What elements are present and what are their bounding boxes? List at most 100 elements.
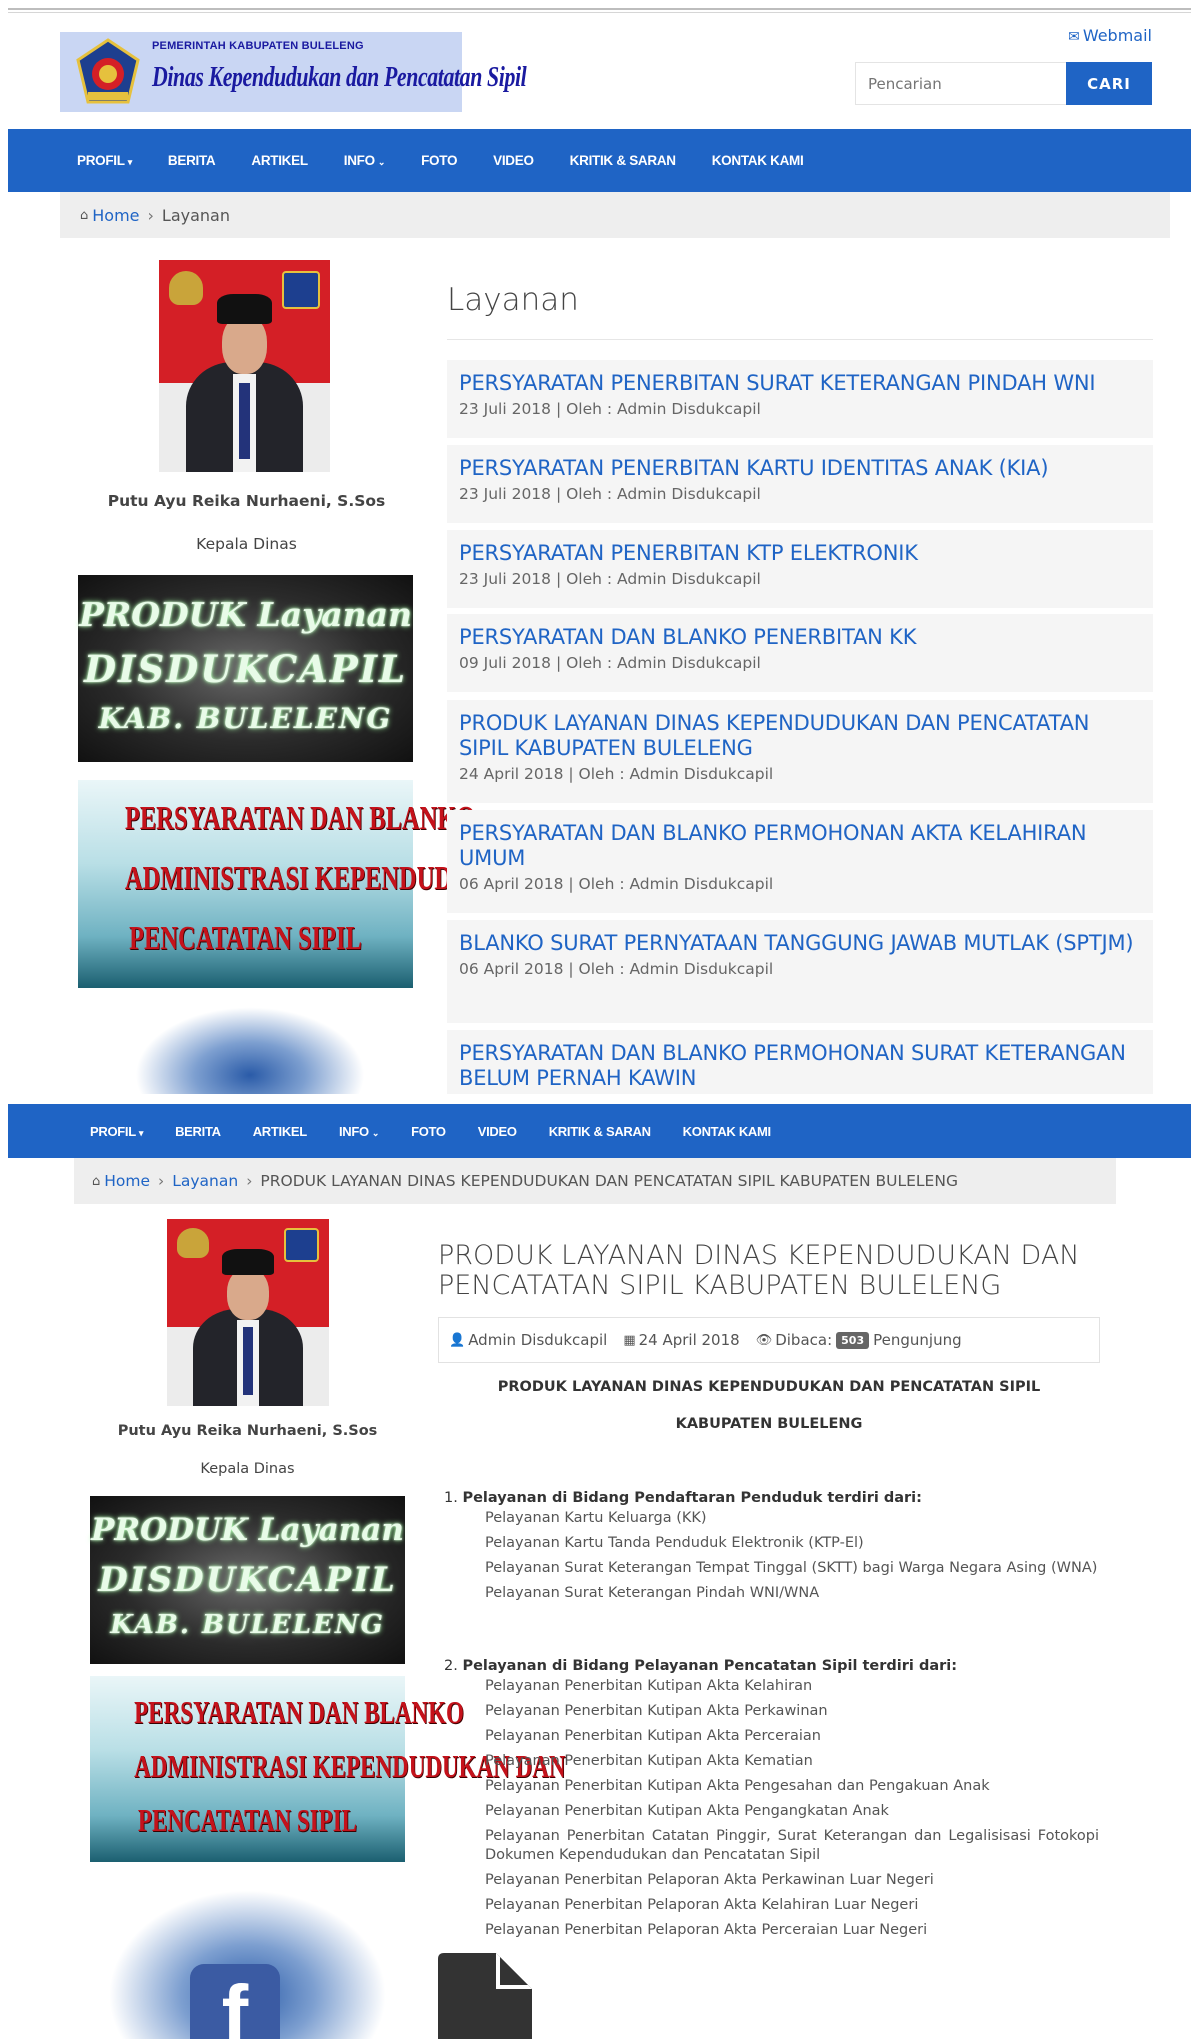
views-label: Dibaca: [775, 1331, 833, 1349]
post-title-link[interactable]: PERSYARATAN PENERBITAN SURAT KETERANGAN … [459, 371, 1096, 395]
home-icon: ⌂ [92, 1173, 101, 1189]
breadcrumb-current: PRODUK LAYANAN DINAS KEPENDUDUKAN DAN PE… [260, 1172, 958, 1190]
section-heading: 1. Pelayanan di Bidang Pendaftaran Pendu… [444, 1490, 922, 1506]
list-item: PERSYARATAN DAN BLANKO PERMOHONAN SURAT … [447, 1030, 1153, 1094]
views-count-badge: 503 [836, 1331, 870, 1349]
post-meta: 06 April 2018 | Oleh : Admin Disdukcapil [459, 875, 774, 893]
list-item: PERSYARATAN DAN BLANKO PERMOHONAN AKTA K… [447, 810, 1153, 913]
search-button[interactable]: CARI [1066, 62, 1152, 105]
webmail-label: Webmail [1082, 26, 1152, 45]
garuda-emblem-icon [169, 270, 204, 305]
chevron-down-icon: ⌄ [371, 1127, 380, 1138]
article-subheading: KABUPATEN BULELENG [675, 1416, 863, 1432]
facebook-banner[interactable]: f [90, 1876, 405, 2039]
views-suffix: Pengunjung [873, 1331, 962, 1349]
breadcrumb-separator: › [147, 205, 154, 225]
post-title-link[interactable]: PERSYARATAN DAN BLANKO PERMOHONAN AKTA K… [459, 821, 1087, 870]
list-item: Pelayanan Penerbitan Pelaporan Akta Perc… [485, 1922, 928, 1938]
breadcrumb-home[interactable]: Home [104, 1172, 150, 1190]
nav-item-video[interactable]: VIDEO [493, 153, 534, 168]
list-item: Pelayanan Penerbitan Kutipan Akta Percer… [485, 1728, 821, 1744]
nav-item-artikel[interactable]: ARTIKEL [251, 153, 308, 168]
section-heading: 2. Pelayanan di Bidang Pelayanan Pencata… [444, 1658, 958, 1674]
list-item: PERSYARATAN PENERBITAN SURAT KETERANGAN … [447, 360, 1153, 438]
post-title-link[interactable]: PERSYARATAN DAN BLANKO PENERBITAN KK [459, 625, 916, 649]
nav-item-foto[interactable]: FOTO [421, 153, 457, 168]
chevron-down-icon: ⌄ [377, 157, 386, 167]
nav-item-berita[interactable]: BERITA [175, 1124, 221, 1139]
list-item: Pelayanan Surat Keterangan Pindah WNI/WN… [485, 1585, 820, 1601]
post-title-link[interactable]: BLANKO SURAT PERNYATAAN TANGGUNG JAWAB M… [459, 931, 1134, 955]
breadcrumb-layanan[interactable]: Layanan [172, 1172, 238, 1190]
list-item: Pelayanan Surat Keterangan Tempat Tingga… [485, 1560, 1098, 1576]
nav-item-profil[interactable]: PROFIL ▾ [77, 153, 132, 168]
nav-item-kritik-saran[interactable]: KRITIK & SARAN [549, 1124, 651, 1139]
head-name: Putu Ayu Reika Nurhaeni, S.Sos [117, 1423, 378, 1439]
list-item: Pelayanan Kartu Tanda Penduduk Elektroni… [485, 1535, 864, 1551]
breadcrumb: ⌂ Home › Layanan › PRODUK LAYANAN DINAS … [74, 1158, 1116, 1204]
post-meta: 09 Juli 2018 | Oleh : Admin Disdukcapil [459, 654, 761, 672]
article-page: Putu Ayu Reika Nurhaeni, S.Sos Kepala Di… [74, 1204, 1116, 2039]
nav-item-artikel[interactable]: ARTIKEL [253, 1124, 308, 1139]
post-title-link[interactable]: PERSYARATAN PENERBITAN KARTU IDENTITAS A… [459, 456, 1049, 480]
post-title-link[interactable]: PRODUK LAYANAN DINAS KEPENDUDUKAN DAN PE… [459, 711, 1089, 760]
article-heading: PRODUK LAYANAN DINAS KEPENDUDUKAN DAN PE… [497, 1379, 1041, 1395]
article-author: Admin Disdukcapil [468, 1331, 608, 1349]
post-meta: 23 Juli 2018 | Oleh : Admin Disdukcapil [459, 485, 761, 503]
list-item: PRODUK LAYANAN DINAS KEPENDUDUKAN DAN PE… [447, 700, 1153, 803]
facebook-icon: f [190, 1964, 280, 2039]
regency-crest-icon [283, 1228, 320, 1262]
head-name: Putu Ayu Reika Nurhaeni, S.Sos [107, 492, 386, 510]
list-item: Pelayanan Penerbitan Kutipan Akta Kelahi… [485, 1678, 813, 1694]
site-header: PEMERINTAH KABUPATEN BULELENG Dinas Kepe… [0, 14, 1191, 128]
main-navbar: PROFIL ▾ BERITA ARTIKEL INFO ⌄ FOTO VIDEO … [8, 1104, 1191, 1158]
logo-agency-text: Dinas Kependudukan dan Pencatatan Sipil [152, 62, 527, 93]
facebook-banner-partial[interactable] [120, 998, 380, 1094]
nav-item-video[interactable]: VIDEO [478, 1124, 517, 1139]
head-role: Kepala Dinas [196, 535, 297, 553]
nav-item-profil[interactable]: PROFIL ▾ [90, 1124, 143, 1139]
list-item: Pelayanan Kartu Keluarga (KK) [485, 1510, 707, 1526]
top-border [8, 8, 1191, 13]
nav-item-info[interactable]: INFO ⌄ [344, 153, 386, 168]
nav-item-foto[interactable]: FOTO [411, 1124, 446, 1139]
site-logo[interactable]: PEMERINTAH KABUPATEN BULELENG Dinas Kepe… [60, 32, 527, 112]
nav-item-kontak-kami[interactable]: KONTAK KAMI [712, 153, 804, 168]
list-item: PERSYARATAN PENERBITAN KARTU IDENTITAS A… [447, 445, 1153, 523]
breadcrumb-home[interactable]: Home [92, 206, 139, 225]
regency-crest-icon [282, 270, 320, 309]
breadcrumb-separator: › [246, 1172, 253, 1190]
logo-government-text: PEMERINTAH KABUPATEN BULELENG [152, 40, 364, 52]
post-meta: 24 April 2018 | Oleh : Admin Disdukcapil [459, 765, 774, 783]
document-file-icon[interactable] [438, 1953, 532, 2039]
article-date: 24 April 2018 [638, 1331, 740, 1349]
list-item: Pelayanan Penerbitan Kutipan Akta Penges… [485, 1778, 990, 1794]
head-role: Kepala Dinas [200, 1461, 295, 1477]
nav-item-kontak-kami[interactable]: KONTAK KAMI [683, 1124, 771, 1139]
breadcrumb: ⌂ Home › Layanan [60, 192, 1170, 238]
persyaratan-blanko-banner[interactable]: PERSYARATAN DAN BLANKO ADMINISTRASI KEPE… [78, 780, 583, 988]
post-meta: 06 April 2018 | Oleh : Admin Disdukcapil [459, 960, 774, 978]
webmail-link[interactable]: ✉ Webmail [1068, 26, 1152, 45]
persyaratan-blanko-banner[interactable]: PERSYARATAN DAN BLANKO ADMINISTRASI KEPE… [90, 1676, 565, 1862]
produk-layanan-banner[interactable]: PRODUK Layanan DISDUKCAPIL KAB. BULELENG [90, 1496, 405, 1664]
produk-layanan-banner[interactable]: PRODUK Layanan DISDUKCAPIL KAB. BULELENG [78, 575, 413, 762]
eye-icon: 👁 [755, 1332, 773, 1348]
list-item: PERSYARATAN DAN BLANKO PENERBITAN KK 09 … [447, 614, 1153, 692]
list-item: Pelayanan Penerbitan Kutipan Akta Perkaw… [485, 1703, 828, 1719]
main-navbar: PROFIL ▾ BERITA ARTIKEL INFO ⌄ FOTO VIDEO … [8, 129, 1191, 192]
post-title-link[interactable]: PERSYARATAN PENERBITAN KTP ELEKTRONIK [459, 541, 918, 565]
nav-item-kritik-saran[interactable]: KRITIK & SARAN [570, 153, 676, 168]
breadcrumb-separator: › [158, 1172, 165, 1190]
calendar-icon: ▦ [623, 1332, 636, 1348]
layanan-page: Putu Ayu Reika Nurhaeni, S.Sos Kepala Di… [60, 238, 1170, 1094]
post-meta: 23 Juli 2018 | Oleh : Admin Disdukcapil [459, 570, 761, 588]
post-title-link[interactable]: PERSYARATAN DAN BLANKO PERMOHONAN SURAT … [459, 1041, 1126, 1090]
nav-item-info[interactable]: INFO ⌄ [339, 1124, 379, 1139]
post-meta: 23 Juli 2018 | Oleh : Admin Disdukcapil [459, 400, 761, 418]
head-of-agency-photo [167, 1219, 329, 1406]
garuda-emblem-icon [176, 1228, 210, 1259]
nav-item-berita[interactable]: BERITA [168, 153, 216, 168]
search-input[interactable] [855, 62, 1066, 105]
page-title: Layanan [447, 282, 579, 318]
